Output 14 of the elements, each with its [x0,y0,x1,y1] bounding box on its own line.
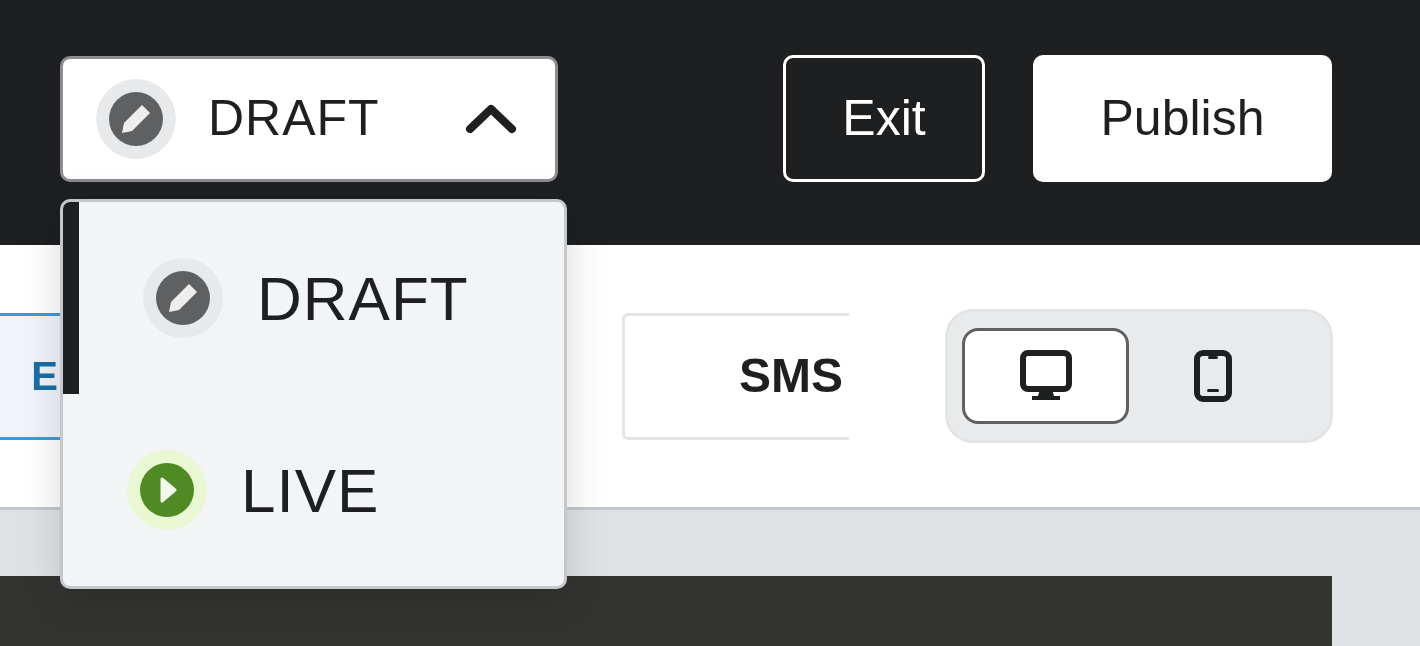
pencil-icon [143,258,223,338]
status-option[interactable]: DRAFT [63,202,564,394]
channel-tab[interactable]: E [0,312,60,440]
monitor-icon [1019,350,1072,402]
phone-icon [1193,350,1232,402]
status-value: DRAFT [208,89,380,148]
channel-tab[interactable]: SMS [622,312,849,440]
status-dropdown[interactable]: DRAFT [60,55,558,182]
exit-button[interactable]: Exit [783,55,985,182]
pencil-icon [96,78,176,159]
desktop-view-button[interactable] [962,328,1129,424]
publish-button[interactable]: Publish [1033,55,1332,182]
play-icon [127,450,207,530]
status-option[interactable]: LIVE [63,394,564,586]
